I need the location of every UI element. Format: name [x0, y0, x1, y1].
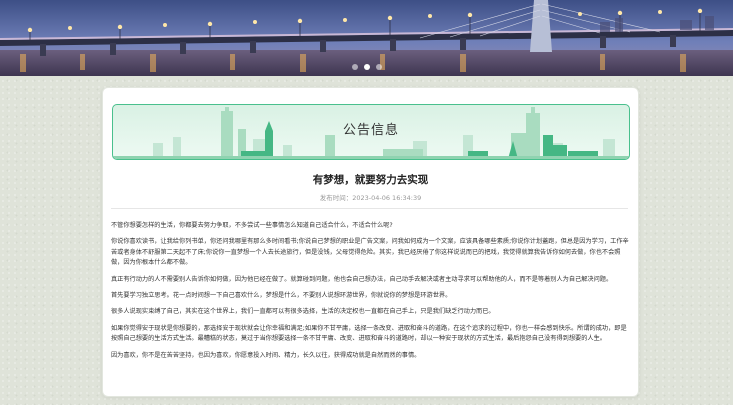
hero-carousel[interactable]: [0, 0, 733, 76]
article-meta: 发布时间：2023-04-06 16:34:39: [103, 192, 638, 202]
article-paragraph: 你说你喜欢读书，让我给你列书单，你还问我哪里有那么多时间看书;你说自己梦想的职业…: [111, 238, 629, 267]
article-paragraph: 如果你觉得安于现状是你想要的，那选择安于现状就会让你幸福和满足;如果你不甘平庸，…: [111, 324, 627, 343]
notice-banner-title: 公告信息: [342, 123, 399, 138]
notice-banner: 公告信息: [112, 104, 630, 160]
carousel-dot-3[interactable]: [375, 64, 382, 70]
carousel-dot-1[interactable]: [351, 64, 358, 70]
publish-time-label: 发布时间：: [319, 194, 353, 202]
carousel-indicators: [0, 64, 733, 70]
article-paragraph: 首先要学习独立思考。花一点时间想一下自己喜欢什么，梦想是什么，不要别人说想环游世…: [111, 292, 452, 300]
article-card: 公告信息 有梦想，就要努力去实现 发布时间：2023-04-06 16:34:3…: [102, 87, 639, 397]
article-content: 不管你想要怎样的生活，你都要去努力争取，不多尝试一些事情怎么知道自己适合什么，不…: [111, 221, 629, 367]
divider: [111, 208, 628, 209]
article-title: 有梦想，就要努力去实现: [312, 174, 429, 186]
article-paragraph: 真正有行动力的人不需要别人告诉你如何做，因为他已经在做了。就算碰到问题，他也会自…: [111, 275, 613, 283]
article-paragraph: 很多人说现实束缚了自己，其实在这个世界上，我们一直都可以有很多选择，生活的决定权…: [111, 308, 495, 316]
article-paragraph: 因为喜欢，你不是在苦苦坚持，也因为喜欢，你愿意投入时间、精力，长久以往，获得成功…: [111, 351, 421, 359]
publish-time-value: 2023-04-06 16:34:39: [352, 194, 422, 202]
carousel-dot-2[interactable]: [363, 64, 370, 70]
article-paragraph: 不管你想要怎样的生活，你都要去努力争取，不多尝试一些事情怎么知道自己适合什么，不…: [111, 222, 393, 229]
